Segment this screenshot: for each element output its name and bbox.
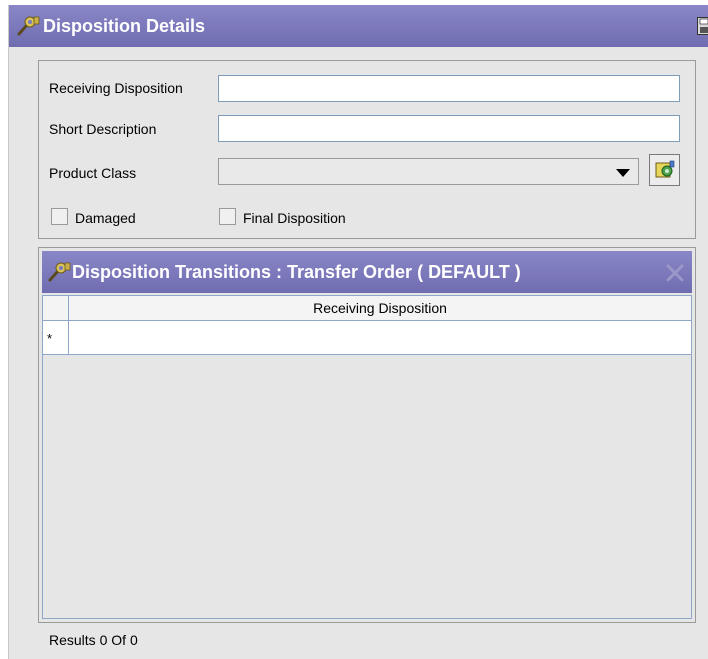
final-disposition-label: Final Disposition xyxy=(243,210,346,226)
floppy-save-icon[interactable] xyxy=(697,17,708,35)
table-new-row[interactable]: * xyxy=(43,321,691,355)
panel-title-bar: Disposition Details xyxy=(9,5,708,47)
disposition-transitions-panel: Disposition Transitions : Transfer Order… xyxy=(38,247,696,623)
short-description-input[interactable] xyxy=(218,115,680,142)
table-corner-cell xyxy=(43,296,69,320)
table-header: Receiving Disposition xyxy=(43,296,691,321)
final-disposition-checkbox[interactable] xyxy=(219,208,236,225)
new-row-marker: * xyxy=(43,321,69,354)
transitions-table: Receiving Disposition * xyxy=(42,295,692,619)
column-header-receiving-disposition[interactable]: Receiving Disposition xyxy=(69,296,691,320)
close-icon[interactable] xyxy=(664,262,686,284)
results-summary: Results 0 Of 0 xyxy=(49,632,138,648)
transitions-title-bar: Disposition Transitions : Transfer Order… xyxy=(42,251,692,293)
wrench-gear-icon xyxy=(17,16,40,36)
results-label: Results xyxy=(49,632,96,648)
damaged-checkbox[interactable] xyxy=(51,208,68,225)
wrench-gear-icon xyxy=(48,262,71,282)
short-description-label: Short Description xyxy=(49,121,157,137)
damaged-label: Damaged xyxy=(75,210,136,226)
lookup-icon xyxy=(655,160,674,178)
product-class-select[interactable] xyxy=(218,158,639,185)
disposition-details-panel: Disposition Details Receiving Dispositio… xyxy=(8,5,708,659)
product-class-label: Product Class xyxy=(49,165,137,181)
receiving-disposition-input[interactable] xyxy=(218,75,680,102)
results-total: 0 xyxy=(129,632,138,648)
results-of-label: Of xyxy=(111,632,127,648)
chevron-down-icon[interactable] xyxy=(616,169,630,177)
page-title: Disposition Details xyxy=(43,15,206,36)
receiving-disposition-label: Receiving Disposition xyxy=(49,80,183,96)
product-class-lookup-button[interactable] xyxy=(649,154,680,186)
new-row-receiving-disposition-cell[interactable] xyxy=(69,321,691,354)
results-count: 0 xyxy=(99,632,108,648)
transitions-title: Disposition Transitions : Transfer Order… xyxy=(72,261,521,282)
disposition-form: Receiving Disposition Short Description … xyxy=(38,60,696,239)
